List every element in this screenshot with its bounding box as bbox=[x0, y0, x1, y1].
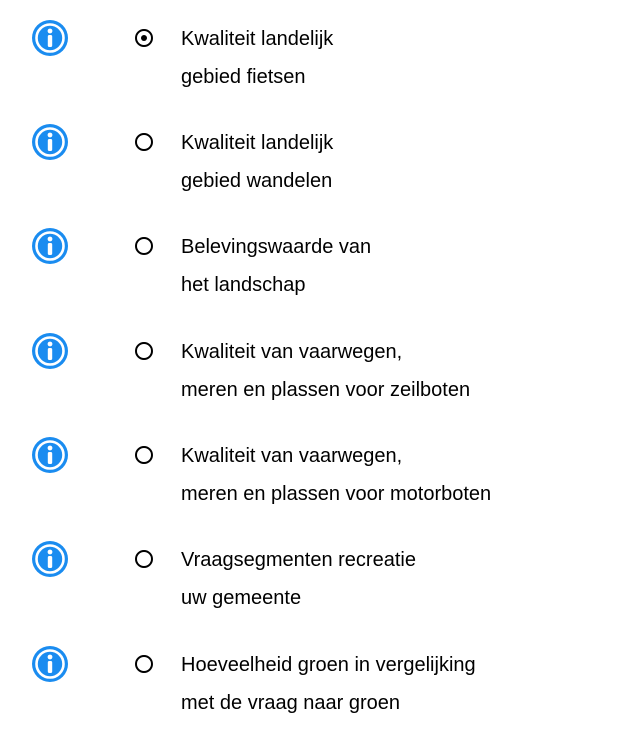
option-label-line2: gebied wandelen bbox=[181, 170, 333, 192]
option-label[interactable]: Kwaliteit landelijk gebied wandelen bbox=[181, 124, 621, 200]
option-label-line1: Kwaliteit van vaarwegen, bbox=[181, 445, 403, 467]
radio-button[interactable] bbox=[135, 550, 153, 568]
radio-selected-dot bbox=[141, 35, 147, 41]
radio-button[interactable] bbox=[135, 133, 153, 151]
option-row: Belevingswaarde van het landschap bbox=[0, 208, 626, 318]
option-label-line2: het landschap bbox=[181, 274, 306, 296]
option-label-line2: uw gemeente bbox=[181, 587, 302, 609]
option-label[interactable]: Kwaliteit van vaarwegen, meren en plasse… bbox=[181, 333, 621, 409]
info-icon[interactable] bbox=[30, 331, 70, 371]
info-icon[interactable] bbox=[30, 122, 70, 162]
option-row: Kwaliteit landelijk gebied fietsen bbox=[0, 0, 626, 110]
info-icon[interactable] bbox=[30, 435, 70, 475]
option-row: Kwaliteit van vaarwegen, meren en plasse… bbox=[0, 417, 626, 527]
option-label[interactable]: Kwaliteit landelijk gebied fietsen bbox=[181, 20, 621, 96]
option-label-line2: meren en plassen voor zeilboten bbox=[181, 379, 471, 401]
option-label-line1: Vraagsegmenten recreatie bbox=[181, 549, 416, 571]
option-label-line1: Hoeveelheid groen in vergelijking bbox=[181, 654, 476, 676]
option-label[interactable]: Kwaliteit van vaarwegen, meren en plasse… bbox=[181, 437, 621, 513]
option-row: Kwaliteit van vaarwegen, meren en plasse… bbox=[0, 313, 626, 423]
option-row: Kwaliteit landelijk gebied wandelen bbox=[0, 104, 626, 214]
option-label-line1: Kwaliteit landelijk bbox=[181, 132, 334, 154]
radio-button[interactable] bbox=[135, 446, 153, 464]
option-label[interactable]: Belevingswaarde van het landschap bbox=[181, 228, 621, 304]
option-label-line2: gebied fietsen bbox=[181, 66, 306, 88]
option-label[interactable]: Vraagsegmenten recreatie uw gemeente bbox=[181, 541, 621, 617]
option-label-line2: met de vraag naar groen bbox=[181, 692, 401, 714]
option-row: Vraagsegmenten recreatie uw gemeente bbox=[0, 521, 626, 631]
info-icon[interactable] bbox=[30, 18, 70, 58]
radio-button[interactable] bbox=[135, 29, 153, 47]
info-icon[interactable] bbox=[30, 539, 70, 579]
option-row: Hoeveelheid groen in vergelijking met de… bbox=[0, 626, 626, 736]
radio-button[interactable] bbox=[135, 342, 153, 360]
option-label-line2: meren en plassen voor motorboten bbox=[181, 483, 492, 505]
option-label-line1: Belevingswaarde van bbox=[181, 236, 372, 258]
radio-button[interactable] bbox=[135, 655, 153, 673]
info-icon[interactable] bbox=[30, 644, 70, 684]
radio-button[interactable] bbox=[135, 237, 153, 255]
option-label[interactable]: Hoeveelheid groen in vergelijking met de… bbox=[181, 646, 621, 722]
info-icon[interactable] bbox=[30, 226, 70, 266]
option-label-line1: Kwaliteit landelijk bbox=[181, 28, 334, 50]
option-label-line1: Kwaliteit van vaarwegen, bbox=[181, 341, 403, 363]
